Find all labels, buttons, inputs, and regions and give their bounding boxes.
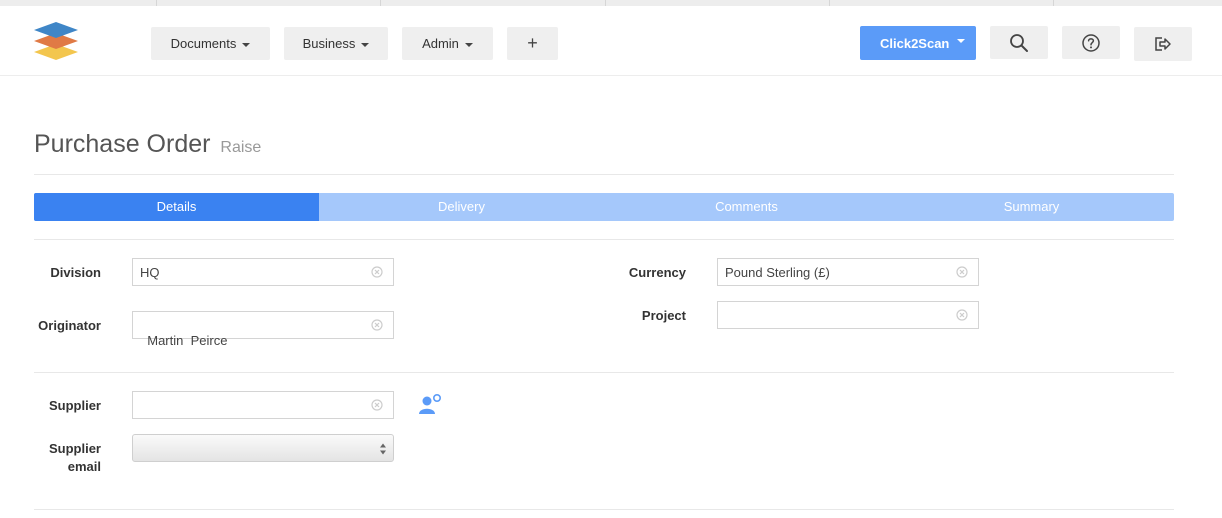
originator-label: Originator xyxy=(38,318,101,333)
clear-circle-icon[interactable] xyxy=(371,319,383,331)
originator-field[interactable]: Martin Peirce xyxy=(132,311,394,348)
clear-circle-icon[interactable] xyxy=(956,309,968,321)
supplier-email-label-line1: Supplier xyxy=(48,441,101,456)
currency-label: Currency xyxy=(628,265,686,280)
divider xyxy=(34,239,1174,240)
wizard-tabs: Details Delivery Comments Summary xyxy=(34,193,1174,221)
add-new-button[interactable]: + xyxy=(507,27,558,60)
supplier-email-select[interactable] xyxy=(132,434,394,462)
admin-menu-button[interactable]: Admin xyxy=(402,27,493,60)
supplier-email-label: Supplier email xyxy=(34,440,101,476)
search-icon xyxy=(1010,33,1028,52)
clear-circle-icon[interactable] xyxy=(956,266,968,278)
chevron-down-icon xyxy=(242,42,251,47)
updown-arrows-icon xyxy=(380,443,386,455)
top-navbar: Documents Business Admin + Click2Scan xyxy=(0,6,1222,76)
project-label: Project xyxy=(641,308,686,323)
logout-button[interactable] xyxy=(1134,27,1192,61)
help-circle-icon xyxy=(1082,33,1100,52)
tab-delivery[interactable]: Delivery xyxy=(319,193,604,221)
admin-menu-label: Admin xyxy=(422,36,459,51)
originator-value: Martin Peirce xyxy=(147,333,228,348)
tab-comments[interactable]: Comments xyxy=(604,193,889,221)
divider xyxy=(34,372,1174,373)
page-title-text: Purchase Order xyxy=(34,130,211,158)
supplier-label: Supplier xyxy=(48,398,101,413)
plus-icon: + xyxy=(527,33,538,53)
business-menu-label: Business xyxy=(302,36,356,51)
currency-field[interactable]: Pound Sterling (£) xyxy=(717,258,979,286)
clear-circle-icon[interactable] xyxy=(371,266,383,278)
help-button[interactable] xyxy=(1062,26,1120,59)
chevron-down-icon xyxy=(361,42,370,47)
divider xyxy=(34,509,1174,510)
logout-icon xyxy=(1155,37,1171,51)
click2scan-label: Click2Scan xyxy=(880,36,950,51)
chevron-down-icon[interactable] xyxy=(957,39,965,43)
currency-value: Pound Sterling (£) xyxy=(725,265,830,280)
supplier-field[interactable] xyxy=(132,391,394,419)
stacked-layers-logo[interactable] xyxy=(31,14,81,62)
documents-menu-label: Documents xyxy=(170,36,237,51)
division-label: Division xyxy=(50,265,101,280)
division-field[interactable]: HQ xyxy=(132,258,394,286)
supplier-email-label-line2: email xyxy=(67,459,101,474)
add-person-icon[interactable] xyxy=(418,393,442,415)
business-menu-button[interactable]: Business xyxy=(284,27,388,60)
page-subtitle: Raise xyxy=(220,139,262,156)
chevron-down-icon xyxy=(464,42,473,47)
documents-menu-button[interactable]: Documents xyxy=(151,27,270,60)
division-value: HQ xyxy=(140,265,160,280)
search-button[interactable] xyxy=(990,26,1048,59)
project-field[interactable] xyxy=(717,301,979,329)
tab-details[interactable]: Details xyxy=(34,193,319,221)
clear-circle-icon[interactable] xyxy=(371,399,383,411)
tab-summary[interactable]: Summary xyxy=(889,193,1174,221)
divider xyxy=(34,174,1174,175)
page-title: Purchase Order Raise xyxy=(34,130,261,159)
click2scan-button[interactable]: Click2Scan xyxy=(860,26,976,60)
